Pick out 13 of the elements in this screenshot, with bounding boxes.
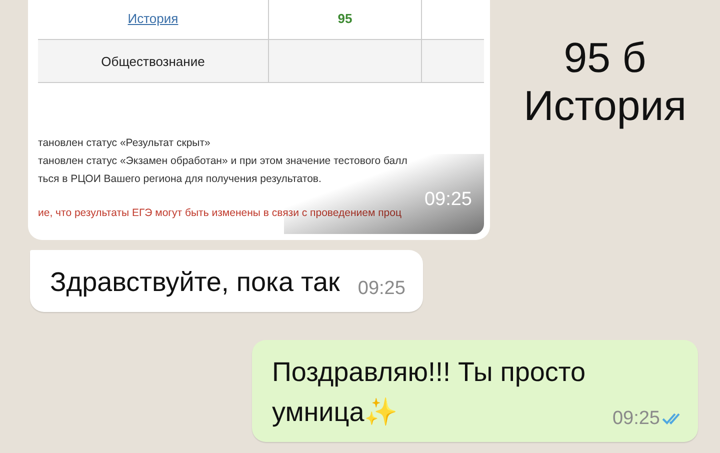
notice-text: ться в РЦОИ Вашего региона для получения результатов. xyxy=(38,173,322,185)
message-time: 09:25 xyxy=(424,190,472,210)
notice-text: тановлен статус «Результат скрыт» xyxy=(38,137,210,149)
message-text: Поздравляю!!! Ты просто умница✨ xyxy=(272,356,586,429)
notice-text: тановлен статус «Экзамен обработан» и при этом значение тестового балл xyxy=(38,155,408,167)
subject-link[interactable]: История xyxy=(128,10,178,26)
warning-text: ие, что результаты ЕГЭ могут быть изменены в связи с проведением проц xyxy=(38,207,402,219)
message-text: Здравствуйте, пока так xyxy=(50,266,340,299)
caption-text: История xyxy=(524,82,686,130)
subject-text: Обществознание xyxy=(101,54,205,68)
caption-text: 95 б xyxy=(564,34,646,82)
message-time: 09:25 xyxy=(612,408,660,430)
message-time: 09:25 xyxy=(358,278,406,300)
